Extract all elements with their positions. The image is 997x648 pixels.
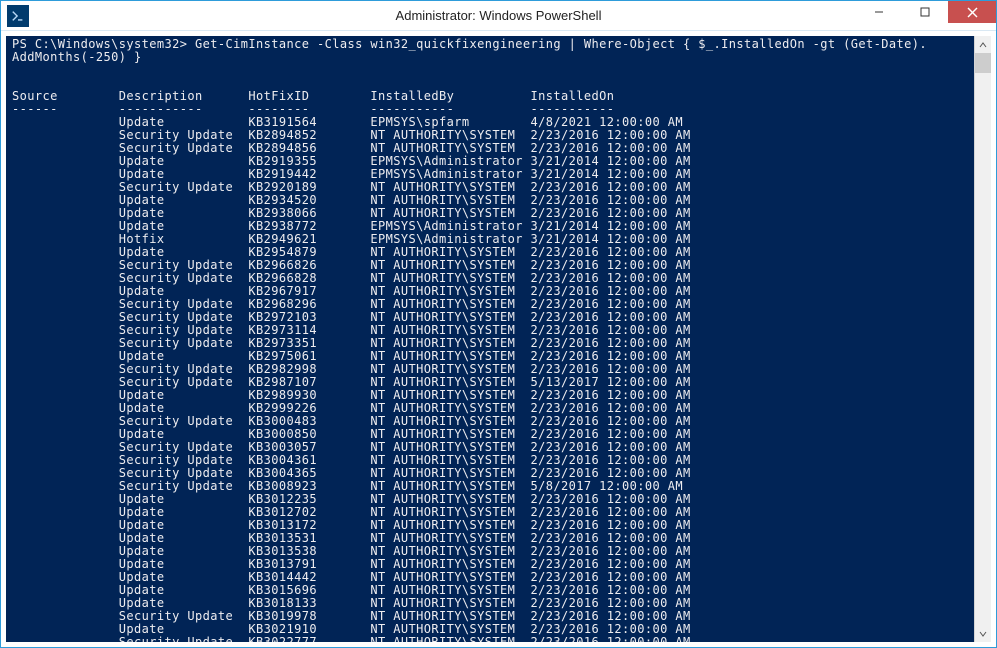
chevron-down-icon (979, 630, 987, 638)
maximize-icon (920, 7, 930, 17)
scrollbar-thumb[interactable] (975, 53, 991, 73)
window-controls (856, 1, 996, 23)
maximize-button[interactable] (902, 1, 948, 23)
vertical-scrollbar[interactable] (974, 36, 991, 642)
scroll-up-button[interactable] (975, 36, 991, 53)
titlebar[interactable]: Administrator: Windows PowerShell (1, 1, 996, 31)
minimize-icon (874, 7, 884, 17)
client-area: PS C:\Windows\system32> Get-CimInstance … (1, 31, 996, 647)
scrollbar-track[interactable] (975, 53, 991, 625)
console-output[interactable]: PS C:\Windows\system32> Get-CimInstance … (6, 36, 974, 642)
close-icon (967, 7, 978, 18)
chevron-up-icon (979, 41, 987, 49)
powershell-icon (7, 5, 29, 27)
minimize-button[interactable] (856, 1, 902, 23)
window-title: Administrator: Windows PowerShell (1, 8, 996, 23)
powershell-window: Administrator: Windows PowerShell PS C:\… (0, 0, 997, 648)
close-button[interactable] (948, 1, 996, 23)
scroll-down-button[interactable] (975, 625, 991, 642)
